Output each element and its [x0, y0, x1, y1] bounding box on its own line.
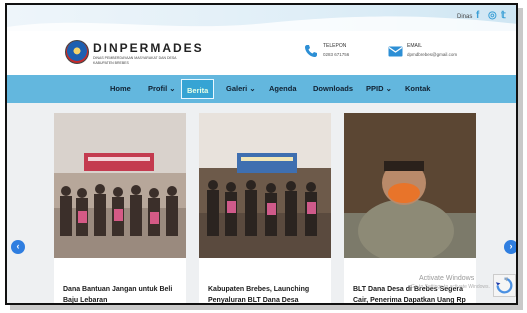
site-brand[interactable]: DINPERMADES — [93, 41, 204, 55]
nav-profil[interactable]: Profil ⌄ — [148, 84, 176, 93]
news-card[interactable]: Dana Bantuan Jangan untuk Beli Baju Leba… — [54, 113, 186, 303]
nav-kontak[interactable]: Kontak — [405, 84, 430, 93]
twitter-icon[interactable]: 𝕥 — [501, 10, 506, 21]
email-address[interactable]: dpmdbrebes@gmail.com — [407, 52, 457, 57]
mail-icon — [388, 46, 403, 57]
main-nav: Home Profil ⌄ Berita Galeri ⌄ Agenda Dow… — [7, 75, 516, 103]
recaptcha-icon — [495, 276, 513, 294]
brand-subtitle: DINAS PEMBERDAYAAN MASYARAKAT DAN DESA — [93, 56, 177, 60]
wave-decoration — [7, 16, 516, 31]
page-shadow-right — [518, 8, 523, 308]
nav-ppid[interactable]: PPID ⌄ — [366, 84, 392, 93]
activate-windows-title: Activate Windows — [419, 275, 475, 282]
nav-agenda[interactable]: Agenda — [269, 84, 297, 93]
news-photo[interactable] — [54, 113, 186, 258]
phone-icon — [305, 45, 317, 57]
nav-home[interactable]: Home — [110, 84, 131, 93]
news-title[interactable]: Kabupaten Brebes, Launching Penyaluran B… — [208, 284, 326, 303]
news-slider: Dana Bantuan Jangan untuk Beli Baju Leba… — [7, 103, 516, 303]
nav-berita[interactable]: Berita — [181, 79, 215, 99]
activate-windows-subtitle: Go to Settings to activate Windows. — [411, 284, 490, 290]
phone-number[interactable]: 0283 671756 — [323, 52, 349, 57]
slider-next-button[interactable]: › — [504, 240, 516, 254]
facebook-icon[interactable]: f — [476, 10, 479, 21]
site-header: DINPERMADES DINAS PEMBERDAYAAN MASYARAKA… — [7, 31, 516, 75]
nav-downloads[interactable]: Downloads — [313, 84, 353, 93]
nav-galeri[interactable]: Galeri ⌄ — [226, 84, 256, 93]
email-label: EMAIL — [407, 43, 423, 49]
top-bar: Dinas f ◎ 𝕥 — [7, 5, 516, 31]
phone-label: TELEPON — [323, 43, 347, 49]
news-card[interactable]: Kabupaten Brebes, Launching Penyaluran B… — [199, 113, 331, 303]
recaptcha-badge[interactable] — [493, 274, 516, 297]
instagram-icon[interactable]: ◎ — [488, 10, 497, 21]
page-shadow-bottom — [10, 305, 523, 310]
language-label[interactable]: Dinas — [457, 14, 472, 20]
news-title[interactable]: Dana Bantuan Jangan untuk Beli Baju Leba… — [63, 284, 181, 303]
news-photo[interactable] — [199, 113, 331, 258]
brebes-logo[interactable] — [65, 40, 89, 64]
brand-region: KABUPATEN BREBES — [93, 61, 129, 65]
news-photo[interactable] — [344, 113, 476, 258]
slider-prev-button[interactable]: ‹ — [11, 240, 25, 254]
browser-screenshot-frame: Dinas f ◎ 𝕥 DINPERMADES DINAS PEMBERDAYA… — [5, 3, 518, 305]
